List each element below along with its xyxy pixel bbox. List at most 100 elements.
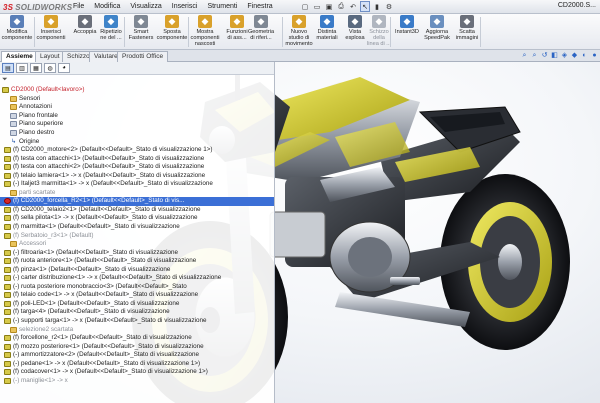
- part-icon: [4, 275, 11, 282]
- new-document-icon[interactable]: ▢: [300, 1, 310, 12]
- tree-folder[interactable]: Annotazioni: [0, 103, 274, 112]
- tree-item[interactable]: Piano frontale: [0, 112, 274, 121]
- document-title: CD2000.S...: [557, 2, 596, 9]
- section-view-icon[interactable]: ◧: [551, 52, 558, 59]
- part-icon: [4, 352, 11, 359]
- configuration-manager-tab-icon[interactable]: ▦: [30, 63, 42, 73]
- ribbon-label: Aggiorna SpeedPak: [424, 29, 450, 41]
- property-manager-tab-icon[interactable]: ▥: [16, 63, 28, 73]
- snapshot-button[interactable]: ◆ Scatta immagini: [452, 15, 482, 41]
- feature-manager-tab-icon[interactable]: ▤: [2, 63, 14, 73]
- save-icon[interactable]: ▣: [324, 1, 334, 12]
- show-hidden-button[interactable]: ◆ Mostra componenti nascosti: [190, 15, 220, 47]
- tree-item[interactable]: (f) sella pilota<1> -> x (Default<<Defau…: [0, 214, 274, 223]
- tree-folder[interactable]: Accessori: [0, 240, 274, 249]
- tree-item[interactable]: (-) Italjet3 marmitta<1> -> x (Default<<…: [0, 180, 274, 189]
- tree-item[interactable]: (-) supporti targa<1> -> x (Default<<Def…: [0, 317, 274, 326]
- tree-folder[interactable]: parti scartate: [0, 189, 274, 198]
- hide-show-icon[interactable]: ◐: [581, 52, 588, 59]
- rebuild-icon[interactable]: ▮: [372, 1, 382, 12]
- tree-item-label: (f) telaio lamiera<1> -> x (Default<<Def…: [13, 171, 206, 179]
- pattern-icon: ◆: [104, 15, 118, 28]
- tree-item[interactable]: ↳ Origine: [0, 137, 274, 146]
- menu-item[interactable]: Modifica: [89, 2, 125, 12]
- move-component-icon: ◆: [165, 15, 179, 28]
- app-logo[interactable]: 3S SOLIDWORKS: [3, 1, 72, 13]
- tree-folder[interactable]: selezione2 scartata: [0, 325, 274, 334]
- part-icon: [4, 206, 11, 213]
- footpeg[interactable]: [390, 277, 420, 285]
- tree-item[interactable]: (f) marmitta<1> (Default<<Default>_Stato…: [0, 223, 274, 232]
- print-icon[interactable]: ⎙: [336, 1, 346, 12]
- tree-item[interactable]: (-) ruota posteriore monobraccio<3> (Def…: [0, 283, 274, 292]
- pattern-button[interactable]: ◆ Ripetizio ne del ...: [96, 15, 126, 41]
- tree-item[interactable]: Piano superiore: [0, 120, 274, 129]
- bom-button[interactable]: ◆ Distinta materiali: [312, 15, 342, 41]
- menu-bar: File Modifica Visualizza Inserisci Strumenti…: [68, 2, 278, 12]
- tree-item[interactable]: (f) poli-LED<1> (Default<<Default>_Stato…: [0, 300, 274, 309]
- tree-item-label: (f) targa<4> (Default<<Default>_Stato di…: [13, 308, 170, 316]
- tree-item[interactable]: (f) telaio lamiera<1> -> x (Default<<Def…: [0, 171, 274, 180]
- menu-item[interactable]: Inserisci: [167, 2, 203, 12]
- reference-geometry-icon: ◆: [254, 15, 268, 28]
- tree-item[interactable]: (f) CD2000_telaio2<1> (Default<<Default>…: [0, 206, 274, 215]
- tree-item[interactable]: (f) telaio code<1> -> x (Default<<Defaul…: [0, 291, 274, 300]
- zoom-to-fit-icon[interactable]: ⌕: [521, 52, 528, 59]
- tree-item[interactable]: (-) maniglie<1> -> x: [0, 377, 274, 386]
- menu-item[interactable]: Strumenti: [202, 2, 242, 12]
- previous-view-icon[interactable]: ↺: [541, 52, 548, 59]
- tree-folder[interactable]: Sensori: [0, 95, 274, 104]
- tab-prodotti-office[interactable]: Prodotti Office: [117, 51, 169, 62]
- speedpak-button[interactable]: ◆ Aggiorna SpeedPak: [422, 15, 452, 41]
- tree-item[interactable]: (-) ammortizzatore<2> (Default<<Default>…: [0, 351, 274, 360]
- menu-item[interactable]: Visualizza: [125, 2, 166, 12]
- display-style-icon[interactable]: ◆: [571, 52, 578, 59]
- tree-item[interactable]: (-) filtroaria<1> (Default<<Default>_Sta…: [0, 248, 274, 257]
- move-component-button[interactable]: ◆ Sposta componente: [157, 15, 187, 41]
- insert-components-button[interactable]: ◆ Inserisci componenti: [36, 15, 66, 41]
- tree-item[interactable]: (f) CD2000_motore<2> (Default<<Default>_…: [0, 146, 274, 155]
- smart-fasteners-button[interactable]: ◆ Smart Fasteners: [126, 15, 156, 41]
- tree-item[interactable]: CD2000 (Default<lavoro>): [0, 86, 274, 95]
- motion-study-button[interactable]: ◆ Nuovo studio di movimento: [284, 15, 314, 47]
- tree-item[interactable]: (f) targa<4> (Default<<Default>_Stato di…: [0, 308, 274, 317]
- edit-component-button[interactable]: ◆ Modifica componente: [2, 15, 32, 41]
- view-orientation-icon[interactable]: ◈: [561, 52, 568, 59]
- display-manager-tab-icon[interactable]: ◕: [58, 63, 70, 73]
- undo-icon[interactable]: ↶: [348, 1, 358, 12]
- tab-layout[interactable]: Layout: [35, 51, 65, 62]
- edit-appearance-icon[interactable]: ●: [591, 52, 598, 59]
- tree-item[interactable]: (f) ruota anteriore<1> (Default<<Default…: [0, 257, 274, 266]
- instant3d-button[interactable]: ◆ Instant3D: [392, 15, 422, 35]
- open-icon[interactable]: ▭: [312, 1, 322, 12]
- tree-item[interactable]: (f) testa con attacchi<1> (Default<<Defa…: [0, 154, 274, 163]
- reference-geometry-button[interactable]: ◆ Geometria di riferi...: [246, 15, 276, 41]
- engine[interactable]: [269, 167, 411, 293]
- tree-item[interactable]: (-) pedane<1> -> x (Default<<Default>_St…: [0, 360, 274, 369]
- filter-icon[interactable]: ⏷: [2, 76, 10, 84]
- menu-item[interactable]: File: [68, 2, 89, 12]
- insert-components-icon: ◆: [44, 15, 58, 28]
- tree-item[interactable]: (f) testa con attacchi<2> (Default<<Defa…: [0, 163, 274, 172]
- select-icon[interactable]: ↖: [360, 1, 370, 12]
- options-icon[interactable]: ⚙: [384, 1, 394, 12]
- tree-item-label: CD2000 (Default<lavoro>): [11, 86, 85, 94]
- tree-item-label: (-) supporti targa<1> -> x (Default<<Def…: [13, 317, 207, 325]
- tree-item[interactable]: (f) Serbatoio_r3<1> (Default): [0, 231, 274, 240]
- tab-assieme[interactable]: Assieme: [1, 51, 38, 62]
- exploded-view-icon: ◆: [348, 15, 362, 28]
- plane-icon: [10, 121, 17, 128]
- ribbon-label: Schizzo della linea di ...: [367, 29, 391, 47]
- tree-item[interactable]: (f) mozzo posteriore<1> (Default<<Defaul…: [0, 342, 274, 351]
- feature-manager-panel: ▤ ▥ ▦ ◍ ◕ ⏷ CD2000 (Default<lavoro>) Sens…: [0, 62, 275, 403]
- menu-item[interactable]: Finestra: [242, 2, 277, 12]
- tree-item[interactable]: (f) CD2000_forcella_R2<1> (Default<<Defa…: [0, 197, 274, 206]
- dimxpert-tab-icon[interactable]: ◍: [44, 63, 56, 73]
- part-icon: [4, 343, 11, 350]
- tree-item[interactable]: (f) codacover<1> -> x (Default<<Default>…: [0, 368, 274, 377]
- tree-item[interactable]: (f) forcellone_r2<1> (Default<<Default>_…: [0, 334, 274, 343]
- tree-item[interactable]: Piano destro: [0, 129, 274, 138]
- zoom-area-icon[interactable]: ⌕: [531, 52, 538, 59]
- tree-item[interactable]: (-) carter distribuzione<1> -> x (Defaul…: [0, 274, 274, 283]
- tree-item[interactable]: (f) pinza<1> (Default<<Default>_Stato di…: [0, 265, 274, 274]
